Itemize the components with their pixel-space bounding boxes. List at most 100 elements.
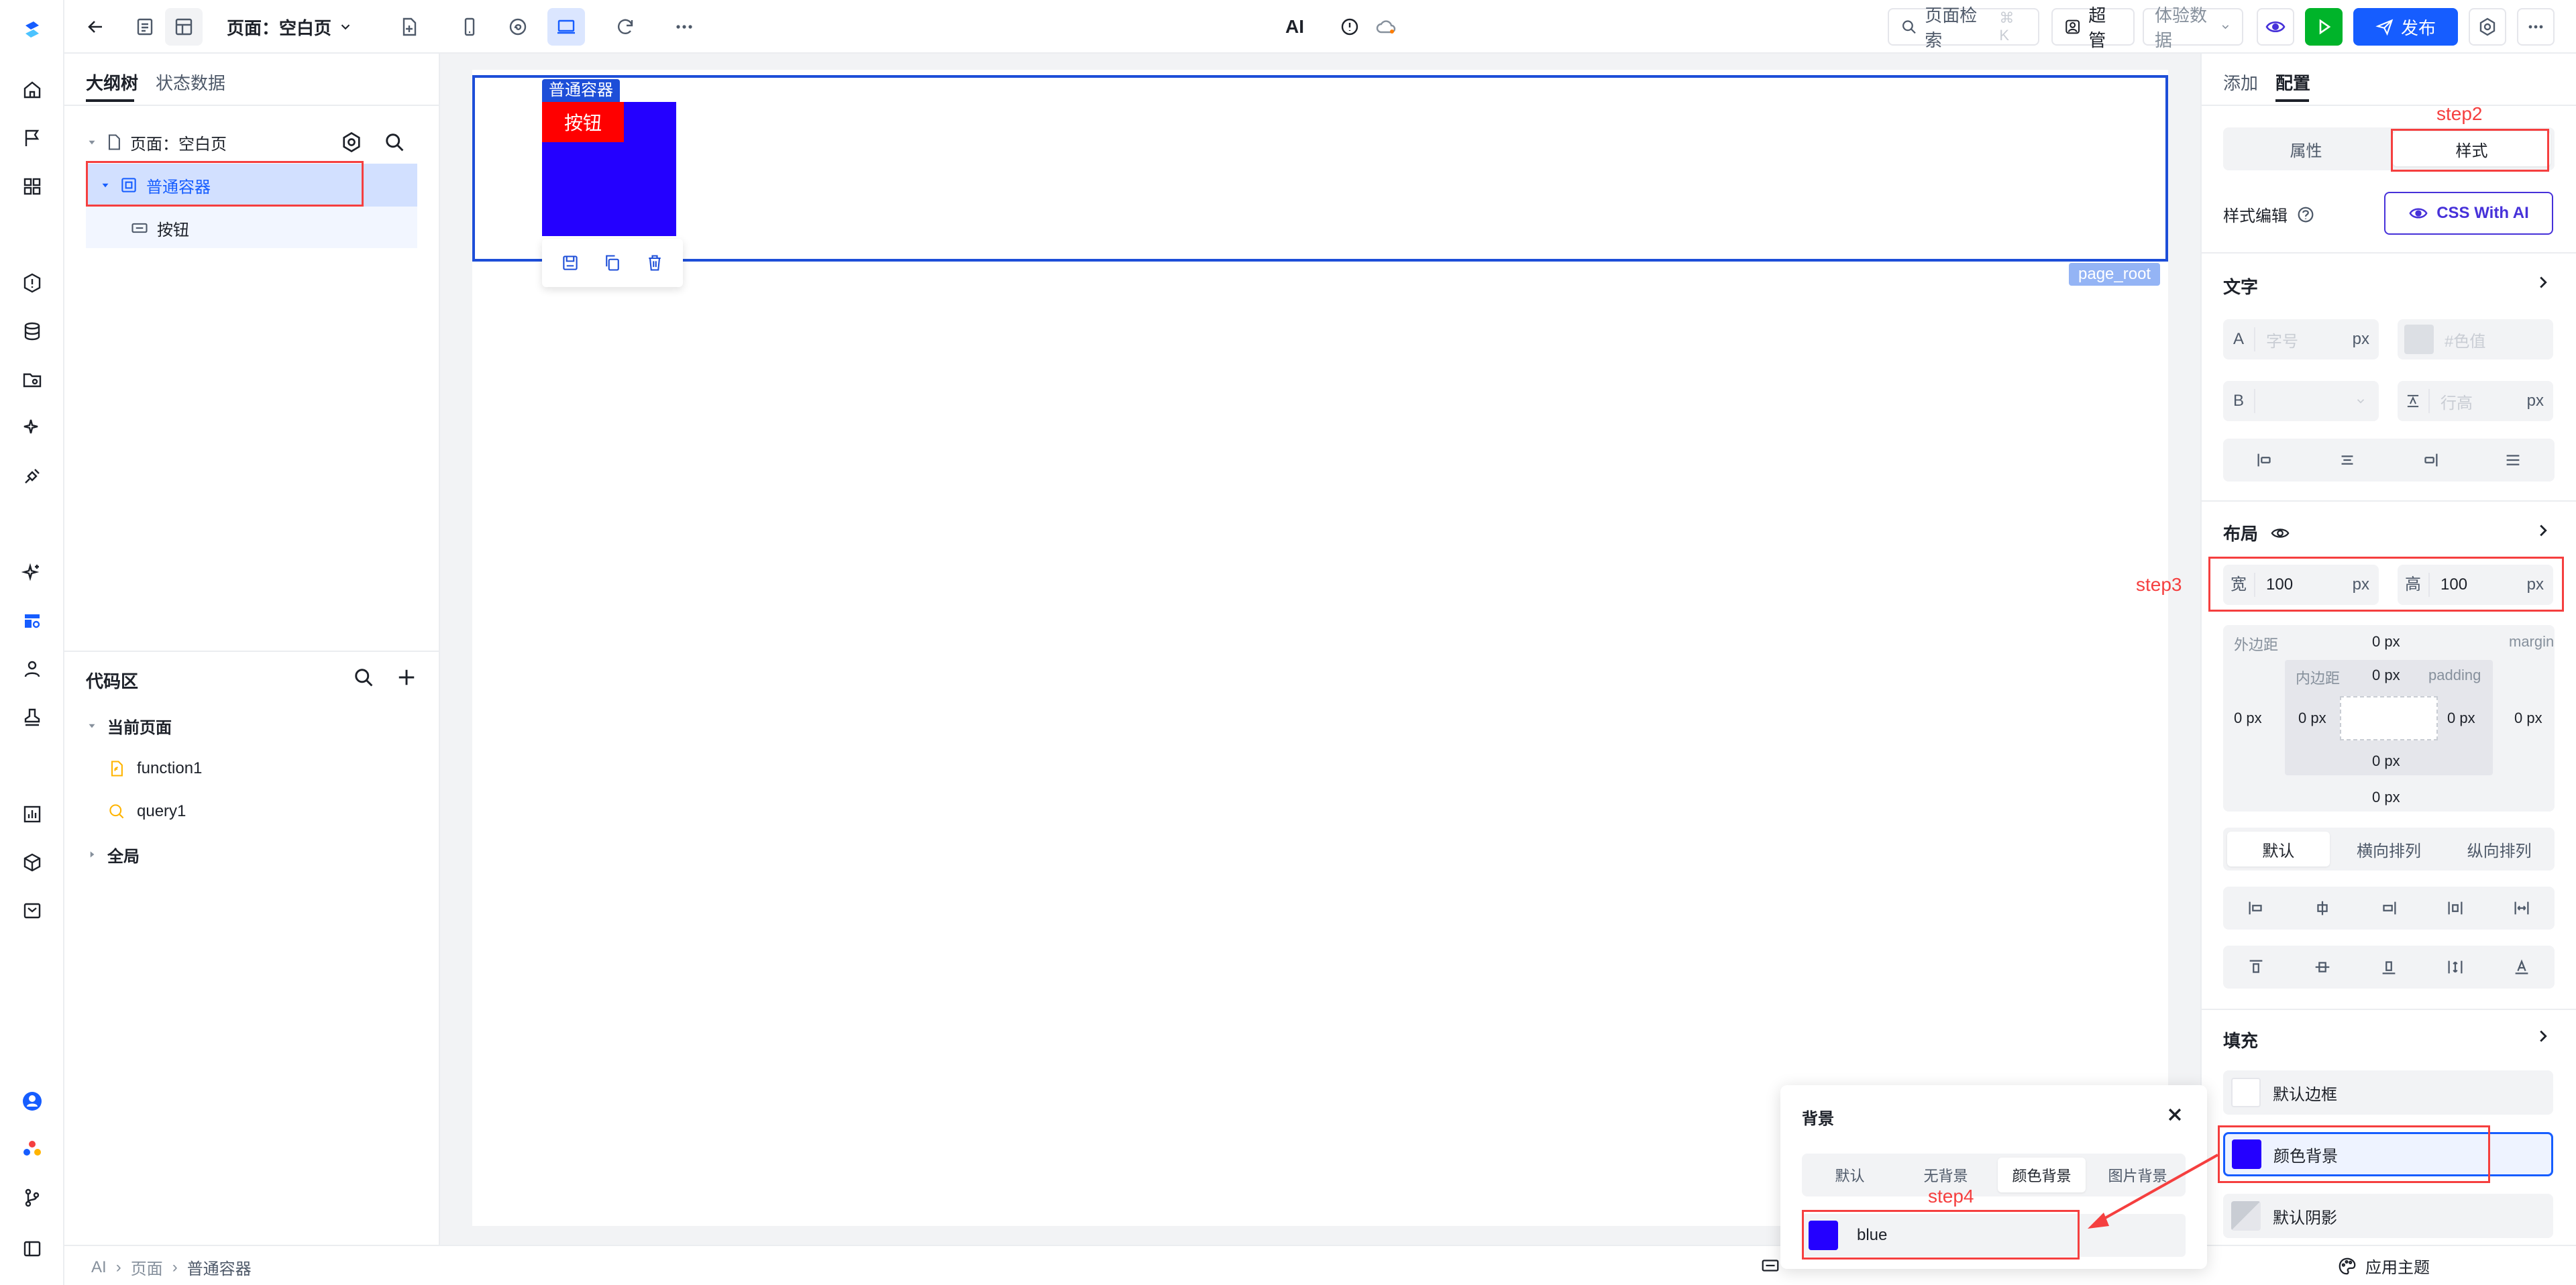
padding-left-value[interactable]: 0 px [2298,710,2326,727]
tree-row-page[interactable]: 页面：空白页 [86,121,421,164]
css-with-ai-button[interactable]: CSS With AI [2384,192,2553,235]
font-weight-select[interactable]: B [2223,381,2379,421]
align-center-button[interactable] [2310,443,2385,478]
data-selector[interactable]: 体验数据 [2143,5,2243,50]
padding-right-value[interactable]: 0 px [2447,710,2475,727]
mobile-view-button[interactable] [452,8,487,46]
align-baseline-button[interactable] [2492,950,2551,985]
fill-border-row[interactable]: 默认边框 [2223,1070,2553,1115]
button-element[interactable]: 按钮 [542,102,624,142]
arrange-vertical[interactable]: 纵向排列 [2448,832,2551,867]
copy-icon[interactable] [603,254,622,272]
breadcrumb-root[interactable]: AI [91,1258,107,1277]
padding-top-value[interactable]: 0 px [2372,667,2400,684]
box-icon[interactable] [20,899,44,923]
justify-around-button[interactable] [2492,891,2551,926]
add-page-button[interactable] [392,8,427,46]
margin-bottom-value[interactable]: 0 px [2372,789,2400,806]
run-button[interactable] [2305,8,2343,46]
margin-top-value[interactable]: 0 px [2372,633,2400,651]
tab-config[interactable]: 配置 [2275,70,2310,95]
stamp-icon[interactable] [20,706,44,730]
ai-sparkle-icon[interactable] [20,561,44,585]
fill-shadow-row[interactable]: 默认阴影 [2223,1194,2553,1238]
code-global[interactable]: 全局 [86,833,421,876]
more-button[interactable] [667,8,702,46]
flag-icon[interactable] [20,126,44,150]
font-size-field[interactable]: A 字号 px [2223,319,2379,359]
align-stretch-button[interactable] [2426,950,2484,985]
tab-outline-tree[interactable]: 大纲树 [86,70,138,95]
sparkle-icon[interactable] [20,416,44,440]
page-settings-button[interactable] [339,130,364,154]
breadcrumb-page[interactable]: 页面 [131,1255,163,1279]
help-circle-icon[interactable] [2296,205,2316,225]
align-right-button[interactable] [2393,443,2468,478]
desktop-view-button[interactable] [547,8,585,46]
app-logo-icon[interactable] [20,17,44,42]
arrange-horizontal[interactable]: 横向排列 [2338,832,2440,867]
hexagon-info-icon[interactable] [20,271,44,295]
code-item-query1[interactable]: query1 [107,790,443,833]
code-current-page[interactable]: 当前页面 [86,704,421,747]
popover-tab-default[interactable]: 默认 [1806,1158,1894,1192]
home-icon[interactable] [20,78,44,102]
preview-eye-button[interactable] [2257,8,2294,46]
margin-right-value[interactable]: 0 px [2514,710,2542,727]
git-branch-icon[interactable] [20,1186,44,1210]
justify-end-button[interactable] [2360,891,2418,926]
user-roles-icon[interactable] [20,657,44,681]
eye-icon[interactable] [2270,523,2290,543]
back-button[interactable] [79,8,111,46]
code-item-function1[interactable]: function1 [107,747,443,790]
trash-icon[interactable] [645,254,664,272]
cube-icon[interactable] [20,850,44,875]
code-search-button[interactable] [352,665,376,689]
sidebar-toggle-icon[interactable] [20,1237,44,1261]
tab-state-data[interactable]: 状态数据 [156,70,225,95]
folder-search-icon[interactable] [20,368,44,392]
ai-label[interactable]: AI [1277,8,1312,46]
user-avatar-icon[interactable] [20,1089,44,1113]
publish-button[interactable]: 发布 [2353,8,2458,46]
plug-icon[interactable] [20,464,44,488]
padding-bottom-value[interactable]: 0 px [2372,752,2400,770]
document-view-button[interactable] [126,8,164,46]
justify-between-button[interactable] [2426,891,2484,926]
layout-section-expand[interactable] [2533,520,2553,541]
justify-center-button[interactable] [2294,891,2352,926]
page-search-input[interactable]: 页面检索 ⌘ K [1888,5,2039,50]
tree-search-button[interactable] [382,130,407,154]
popover-tab-color[interactable]: 颜色背景 [1998,1158,2086,1192]
color-field[interactable]: #色值 [2398,319,2553,359]
save-component-icon[interactable] [561,254,580,272]
align-justify-button[interactable] [2476,443,2551,478]
database-icon[interactable] [20,319,44,343]
arrange-default[interactable]: 默认 [2227,832,2330,867]
align-top-button[interactable] [2227,950,2286,985]
mode-properties[interactable]: 属性 [2227,131,2385,166]
settings-button[interactable] [2469,8,2506,46]
code-add-button[interactable] [394,665,419,689]
popover-close-button[interactable] [2163,1103,2187,1127]
margin-left-value[interactable]: 0 px [2234,710,2262,727]
user-menu[interactable]: 超管 [2051,5,2135,50]
fill-section-expand[interactable] [2533,1026,2553,1046]
info-button[interactable] [1334,8,1366,46]
page-design-icon[interactable] [20,609,44,633]
text-section-expand[interactable] [2533,272,2553,292]
more-menu-button[interactable] [2517,8,2555,46]
chart-icon[interactable] [20,802,44,826]
align-middle-button[interactable] [2294,950,2352,985]
apps-icon[interactable] [20,174,44,199]
page-selector[interactable]: 页面：空白页 [223,8,357,46]
cloud-sync-status[interactable] [1370,8,1402,46]
align-bottom-button[interactable] [2360,950,2418,985]
colorful-logo-icon[interactable] [20,1137,44,1162]
component-panel-toggle[interactable] [1760,1255,1780,1276]
layout-view-button[interactable] [165,8,203,46]
justify-start-button[interactable] [2227,891,2286,926]
tree-row-button[interactable]: 按钮 [130,207,412,249]
tab-add[interactable]: 添加 [2223,70,2258,95]
refresh-button[interactable] [608,8,643,46]
